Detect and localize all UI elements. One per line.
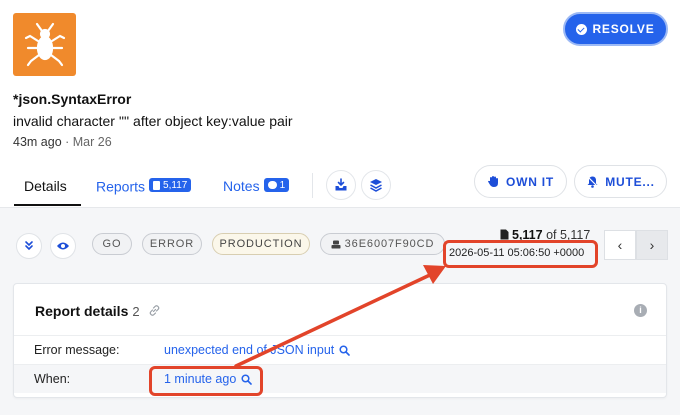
tab-divider <box>312 173 313 198</box>
report-details-count: 2 <box>132 304 140 319</box>
double-chevron-down-icon <box>25 241 33 251</box>
when-highlight <box>149 366 263 396</box>
error-message: invalid character '"' after object key:v… <box>13 113 293 129</box>
tag-environment[interactable]: PRODUCTION <box>212 233 310 255</box>
reports-count: 5,117 <box>163 179 188 191</box>
tag-language[interactable]: GO <box>92 233 132 255</box>
report-details-card: Report details 2 i Error message: unexpec… <box>13 283 667 398</box>
time-separator: · <box>61 135 73 149</box>
report-row-when: When: 1 minute ago <box>14 364 666 393</box>
hand-icon <box>487 176 498 187</box>
tag-commit[interactable]: 36E6007F90CD <box>320 233 445 255</box>
commit-icon <box>331 240 341 248</box>
timestamp-highlight <box>443 240 598 268</box>
report-details-heading: Report details <box>35 303 129 319</box>
error-title: *json.SyntaxError <box>13 91 132 107</box>
row-value-link[interactable]: unexpected end of JSON input <box>164 343 351 357</box>
layers-button[interactable] <box>361 170 391 200</box>
tag-severity[interactable]: ERROR <box>142 233 202 255</box>
commit-hash: 36E6007F90CD <box>344 238 435 250</box>
collapse-button[interactable] <box>16 233 42 259</box>
search-icon <box>339 344 351 356</box>
next-report-button[interactable]: › <box>636 230 668 260</box>
time-date: Mar 26 <box>72 135 112 149</box>
tab-notes[interactable]: Notes 1 <box>223 178 290 194</box>
tab-details[interactable]: Details <box>24 178 67 194</box>
notes-count: 1 <box>279 179 286 191</box>
bell-mute-icon <box>586 175 599 188</box>
active-tab-indicator <box>14 204 81 206</box>
comment-icon <box>267 181 277 189</box>
document-icon <box>500 229 509 240</box>
tab-notes-label: Notes <box>223 178 260 194</box>
tab-reports-label: Reports <box>96 178 146 195</box>
tab-reports[interactable]: Reports 5,117 <box>96 178 192 195</box>
link-icon[interactable] <box>149 305 160 316</box>
document-icon <box>153 180 161 190</box>
layers-icon <box>370 179 382 192</box>
info-icon[interactable]: i <box>634 304 647 317</box>
resolve-label: RESOLVE <box>592 22 655 36</box>
resolve-button[interactable]: RESOLVE <box>563 12 668 46</box>
bug-icon <box>13 13 76 76</box>
mute-label: MUTE... <box>605 174 655 189</box>
view-button[interactable] <box>50 233 76 259</box>
row-label: When: <box>34 372 71 386</box>
notes-count-badge: 1 <box>263 178 290 192</box>
row-label: Error message: <box>34 343 120 357</box>
own-it-button[interactable]: OWN IT <box>474 165 567 198</box>
row-value: unexpected end of JSON input <box>164 343 335 357</box>
eye-icon <box>57 242 69 250</box>
inbox-download-icon <box>335 178 347 191</box>
issue-header: RESOLVE *json.SyntaxError invalid charac… <box>0 0 680 206</box>
report-details-title: Report details 2 <box>35 303 160 319</box>
own-it-label: OWN IT <box>505 174 555 189</box>
report-row-error-message: Error message: unexpected end of JSON in… <box>14 335 666 364</box>
reports-count-badge: 5,117 <box>149 178 192 192</box>
check-circle-icon <box>576 23 588 35</box>
inbox-download-button[interactable] <box>326 170 356 200</box>
mute-button[interactable]: MUTE... <box>574 165 667 198</box>
time-ago: 43m ago <box>13 135 62 149</box>
previous-report-button[interactable]: ‹ <box>604 230 636 260</box>
error-time: 43m ago · Mar 26 <box>13 135 112 149</box>
